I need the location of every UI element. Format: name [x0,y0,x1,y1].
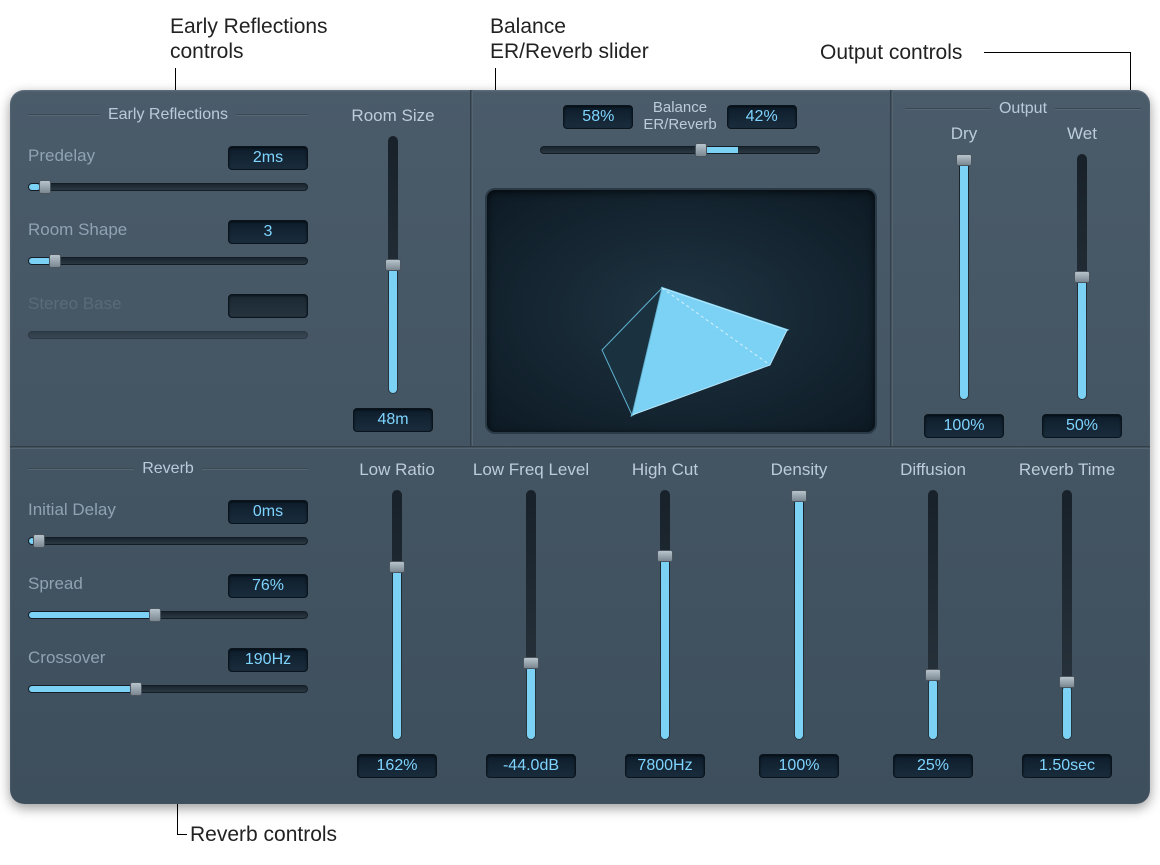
low-ratio-label: Low Ratio [359,460,435,480]
dry-value[interactable]: 100% [924,414,1004,438]
high-cut-slider[interactable] [655,490,675,740]
section-title: Output [999,100,1047,118]
diffusion-label: Diffusion [900,460,966,480]
stereo-base-value [228,294,308,318]
room-shape-slider[interactable] [28,254,308,268]
reverb-plugin-panel: Early Reflections Predelay 2ms Room Shap… [10,90,1150,804]
initial-delay-label: Initial Delay [28,500,116,524]
balance-slider[interactable] [540,143,820,157]
wet-col: Wet 50% [1042,124,1122,438]
wet-value[interactable]: 50% [1042,414,1122,438]
room-size-slider[interactable] [383,136,403,394]
density-slider[interactable] [789,490,809,740]
predelay-slider[interactable] [28,180,308,194]
divider [890,90,893,446]
reverb-time-value[interactable]: 1.50sec [1022,754,1112,778]
reverb-section: Reverb Initial Delay 0ms Spread 76% Cros… [28,460,308,696]
low-freq-level-slider[interactable] [521,490,541,740]
reverb-time-slider[interactable] [1057,490,1077,740]
section-title: Reverb [142,460,194,478]
divider [10,446,1150,449]
low-ratio-value[interactable]: 162% [357,754,437,778]
stereo-base-slider [28,328,308,342]
diffusion-value[interactable]: 25% [893,754,973,778]
callout-line [984,52,1131,53]
callout-line [177,834,187,835]
room-shape-display [485,188,877,434]
room-size-section: Room Size 48m [330,106,456,432]
callout-reverb: Reverb controls [190,822,337,847]
crossover-label: Crossover [28,648,105,672]
high-cut-value[interactable]: 7800Hz [625,754,705,778]
room-shape-label: Room Shape [28,220,127,244]
density-label: Density [771,460,828,480]
wet-label: Wet [1067,124,1097,144]
balance-label: Balance ER/Reverb [643,100,716,133]
wet-slider[interactable] [1072,154,1092,400]
crossover-slider[interactable] [28,682,308,696]
room-shape-value[interactable]: 3 [228,220,308,244]
low-ratio-slider[interactable] [387,490,407,740]
balance-right-value[interactable]: 42% [727,105,797,129]
predelay-label: Predelay [28,146,95,170]
density-value[interactable]: 100% [759,754,839,778]
dry-col: Dry 100% [924,124,1004,438]
output-header: Output [905,100,1141,118]
balance-section: 58% Balance ER/Reverb 42% [495,100,865,157]
reverb-time-label: Reverb Time [1019,460,1115,480]
section-title: Early Reflections [108,106,228,124]
stereo-base-label: Stereo Base [28,294,122,318]
low-freq-level-label: Low Freq Level [473,460,589,480]
initial-delay-slider[interactable] [28,534,308,548]
room-size-value[interactable]: 48m [353,408,433,432]
initial-delay-value[interactable]: 0ms [228,500,308,524]
spread-label: Spread [28,574,83,598]
callout-early-reflections: Early Reflections controls [170,14,328,64]
divider [470,90,473,446]
reverb-header: Reverb [28,460,308,478]
callout-balance: Balance ER/Reverb slider [490,14,649,64]
balance-left-value[interactable]: 58% [563,105,633,129]
output-section: Output Dry 100% Wet 50% [905,100,1141,438]
diffusion-slider[interactable] [923,490,943,740]
early-reflections-header: Early Reflections [28,106,308,124]
room-size-label: Room Size [351,106,434,126]
reverb-vertical-sliders: Low Ratio 162% Low Freq Level -44.0dB Hi… [330,460,1140,778]
low-freq-level-value[interactable]: -44.0dB [486,754,576,778]
predelay-value[interactable]: 2ms [228,146,308,170]
crossover-value[interactable]: 190Hz [228,648,308,672]
room-shape-icon [487,190,879,436]
callout-output: Output controls [820,40,962,65]
high-cut-label: High Cut [632,460,698,480]
early-reflections-section: Early Reflections Predelay 2ms Room Shap… [28,106,308,342]
spread-value[interactable]: 76% [228,574,308,598]
dry-slider[interactable] [954,154,974,400]
spread-slider[interactable] [28,608,308,622]
dry-label: Dry [951,124,977,144]
